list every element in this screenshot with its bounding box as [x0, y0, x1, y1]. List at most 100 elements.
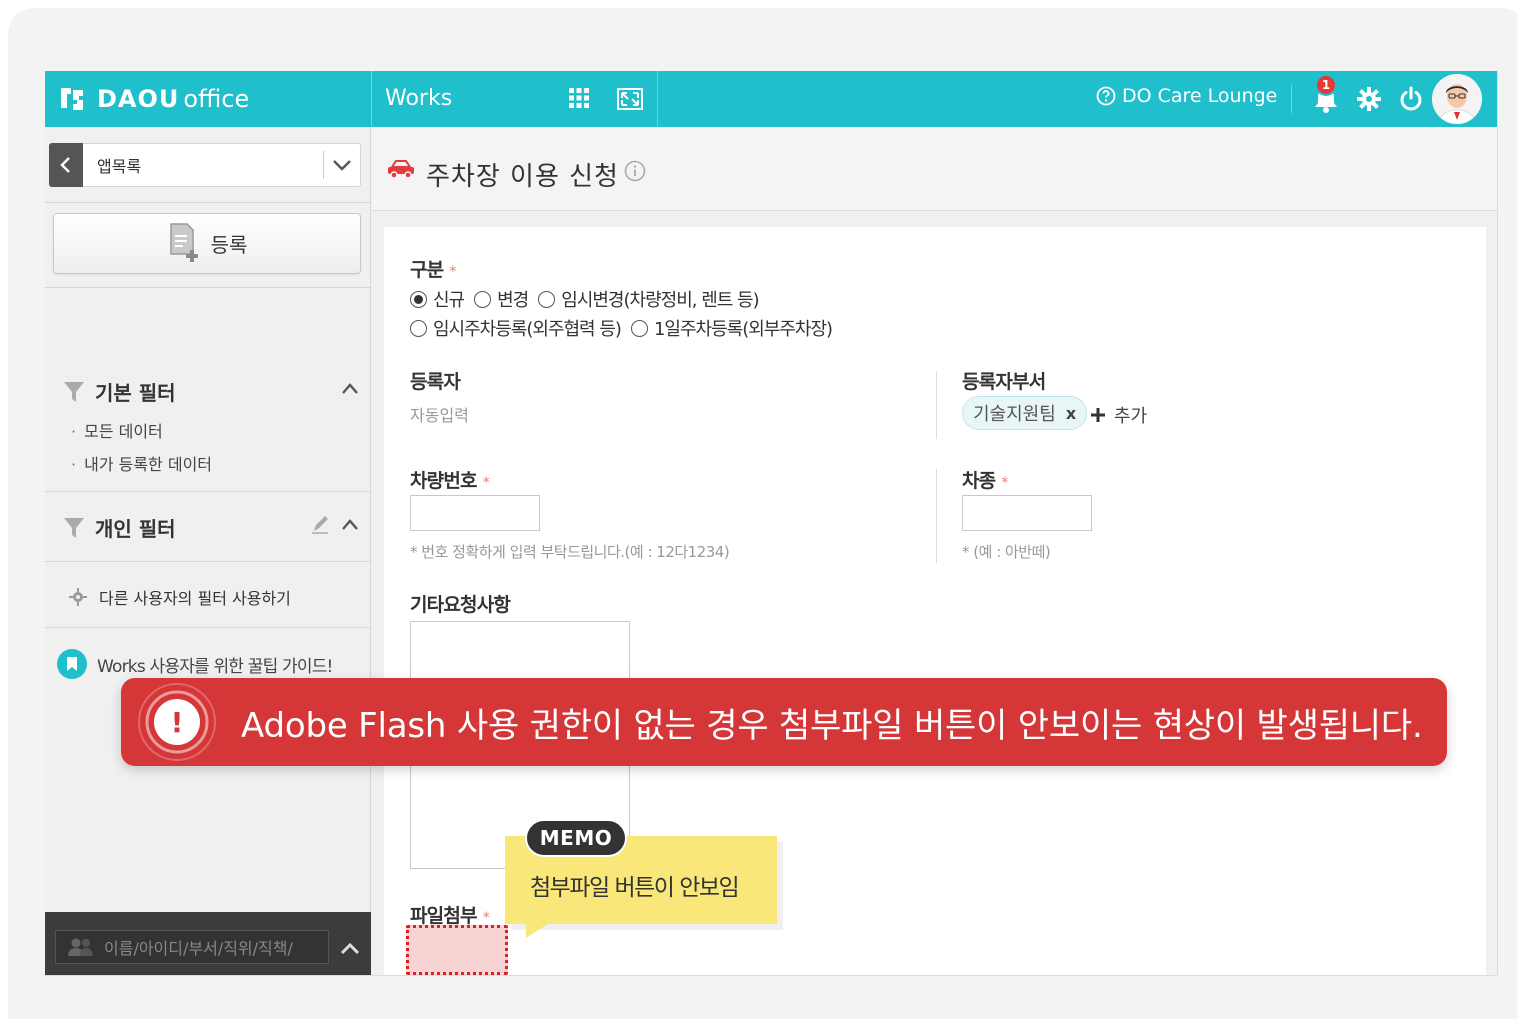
- radio-dot: [630, 319, 648, 337]
- column-divider: [936, 371, 937, 439]
- guide-label: Works 사용자를 위한 꿀팁 가이드!: [97, 656, 333, 677]
- sidebar-divider: [45, 627, 371, 628]
- app-title: Works: [385, 86, 453, 111]
- dept-tag-label: 기술지원팀: [973, 404, 1056, 425]
- radio-dot: [410, 319, 427, 337]
- memo-badge: MEMO: [525, 819, 627, 857]
- basic-filter-header[interactable]: 기본 필터: [63, 377, 176, 406]
- page-header: 주차장 이용 신청: [372, 127, 1497, 211]
- sidebar-divider: [45, 491, 371, 492]
- header-divider: [657, 71, 658, 127]
- car-icon: [388, 160, 414, 179]
- power-icon[interactable]: [1397, 85, 1425, 113]
- other-request-label: 기타요청사항: [410, 594, 511, 616]
- header-divider: [1291, 85, 1292, 113]
- radio-dot: [474, 290, 492, 308]
- fullscreen-icon[interactable]: [616, 85, 644, 113]
- radio-new[interactable]: 신규: [410, 286, 465, 312]
- works-guide-link[interactable]: Works 사용자를 위한 꿀팁 가이드!: [57, 649, 333, 679]
- radio-temp-parking[interactable]: 임시주차등록(외주협력 등): [410, 315, 622, 341]
- gear-icon: [69, 588, 87, 606]
- flash-warning-banner: ! Adobe Flash 사용 권한이 없는 경우 첨부파일 버튼이 안보이는…: [121, 678, 1447, 766]
- gear-icon[interactable]: [1355, 85, 1383, 113]
- registrant-value: 자동입력: [410, 406, 469, 425]
- header-divider: [371, 71, 372, 127]
- pencil-icon[interactable]: [311, 514, 329, 534]
- app-select-label: 앱목록: [97, 157, 142, 176]
- org-search-bar: 이름/아이디/부서/직위/직책/: [45, 912, 371, 975]
- car-number-hint: * 번호 정확하게 입력 부탁드립니다.(예 : 12다1234): [410, 543, 730, 561]
- notification-badge: 1: [1315, 74, 1337, 96]
- chevron-left-icon: [60, 156, 70, 173]
- user-avatar[interactable]: [1432, 74, 1482, 124]
- logo-sub: office: [183, 85, 250, 113]
- alert-symbol: !: [171, 706, 184, 739]
- personal-filter-header[interactable]: 개인 필터: [63, 513, 176, 542]
- register-button[interactable]: 등록: [53, 213, 361, 274]
- radio-change[interactable]: 변경: [474, 286, 529, 312]
- bookmark-icon: [57, 649, 87, 679]
- car-type-hint: * (예 : 아반떼): [962, 543, 1051, 561]
- required-mark: *: [482, 475, 490, 491]
- app-select-dropdown[interactable]: [324, 143, 360, 187]
- chevron-up-icon[interactable]: [339, 938, 361, 960]
- category-label: 구분 *: [410, 259, 456, 281]
- page-title: 주차장 이용 신청: [426, 162, 619, 192]
- category-radio-row-2: 임시주차등록(외주협력 등) 1일주차등록(외부주차장): [410, 315, 842, 341]
- radio-temp-change[interactable]: 임시변경(차량정비, 렌트 등): [538, 286, 760, 312]
- filter-item-all-data[interactable]: 모든 데이터: [71, 418, 163, 442]
- memo-pointer: [526, 920, 554, 938]
- dept-tag: 기술지원팀 x: [962, 396, 1088, 430]
- users-icon: [68, 938, 93, 956]
- app-list-selector[interactable]: 앱목록: [49, 142, 361, 187]
- other-user-filter-link[interactable]: 다른 사용자의 필터 사용하기: [69, 585, 291, 609]
- funnel-icon: [64, 517, 84, 538]
- attachment-label: 파일첨부 *: [410, 905, 490, 927]
- chevron-up-icon[interactable]: [340, 379, 360, 399]
- back-button[interactable]: [49, 142, 83, 187]
- chevron-down-icon: [333, 160, 351, 171]
- sidebar: 앱목록 등록 기본 필터 모든 데이터 내가 등록한 데이터: [45, 127, 371, 975]
- car-type-label: 차종 *: [962, 470, 1008, 492]
- add-dept-button[interactable]: 추가: [1090, 402, 1147, 428]
- car-number-label: 차량번호 *: [410, 470, 490, 492]
- app-grid-icon[interactable]: [567, 86, 591, 110]
- chevron-up-icon[interactable]: [340, 515, 360, 535]
- sidebar-divider: [45, 202, 371, 203]
- required-mark: *: [449, 264, 456, 280]
- attachment-highlight-box[interactable]: [406, 925, 508, 975]
- radio-dot-selected: [410, 290, 427, 308]
- org-search-input[interactable]: 이름/아이디/부서/직위/직책/: [55, 930, 329, 964]
- funnel-icon: [64, 381, 84, 402]
- org-search-placeholder: 이름/아이디/부서/직위/직책/: [104, 939, 293, 958]
- care-link-label: DO Care Lounge: [1122, 85, 1278, 107]
- column-divider: [936, 469, 937, 563]
- top-bar: DAOU office Works DO Care Lounge 1: [45, 71, 1497, 127]
- help-circle-icon: [1096, 86, 1116, 106]
- user-photo-icon: [1432, 74, 1482, 124]
- plus-icon: [1091, 408, 1105, 422]
- personal-filter-title: 개인 필터: [95, 517, 176, 541]
- register-label: 등록: [210, 233, 248, 257]
- car-number-input[interactable]: [410, 495, 540, 531]
- radio-dot: [538, 290, 556, 308]
- sidebar-divider: [45, 287, 371, 288]
- radio-one-day-parking[interactable]: 1일주차등록(외부주차장): [630, 315, 833, 341]
- document-add-icon: [169, 222, 198, 262]
- memo-text: 첨부파일 버튼이 안보임: [530, 875, 740, 901]
- do-care-lounge-link[interactable]: DO Care Lounge: [1096, 85, 1277, 107]
- daou-office-logo[interactable]: DAOU office: [57, 82, 249, 116]
- alert-message: Adobe Flash 사용 권한이 없는 경우 첨부파일 버튼이 안보이는 현…: [241, 706, 1423, 746]
- info-icon[interactable]: [624, 160, 646, 182]
- registrant-label: 등록자: [410, 371, 461, 393]
- filter-item-my-data[interactable]: 내가 등록한 데이터: [71, 451, 212, 475]
- basic-filter-title: 기본 필터: [95, 381, 176, 405]
- remove-tag-button[interactable]: x: [1066, 404, 1076, 423]
- registrant-dept-label: 등록자부서: [962, 371, 1046, 393]
- car-type-input[interactable]: [962, 495, 1092, 531]
- daou-logo-icon: [61, 88, 83, 110]
- required-mark: *: [482, 910, 490, 926]
- required-mark: *: [1001, 475, 1008, 491]
- category-radio-row-1: 신규 변경 임시변경(차량정비, 렌트 등): [410, 286, 769, 312]
- logo-brand: DAOU: [97, 85, 180, 113]
